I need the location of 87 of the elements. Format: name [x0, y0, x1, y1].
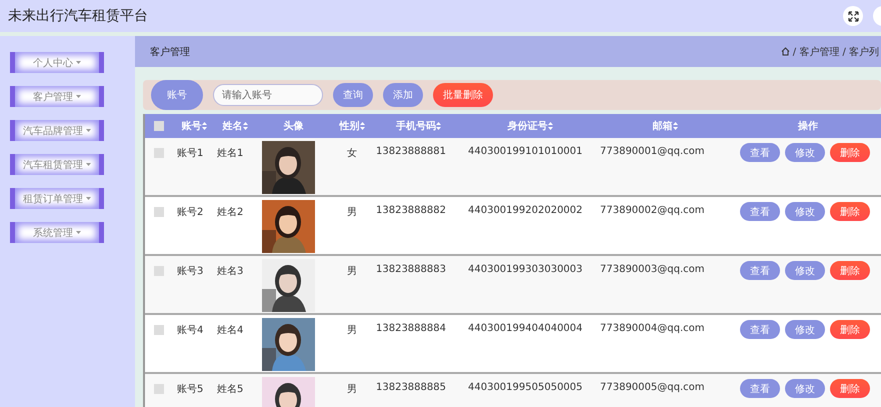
home-icon[interactable] — [780, 47, 790, 56]
table-cell-text: 773890001@qq.com — [599, 145, 706, 157]
caret-icon — [76, 61, 81, 64]
action-button[interactable]: 查看 — [740, 320, 780, 339]
table-cell-text: 440300199202020002 — [467, 204, 584, 216]
caret-icon — [76, 95, 81, 98]
column-header[interactable]: 账号 — [173, 119, 215, 133]
table-cell-text: 13823888884 — [375, 322, 447, 334]
sort-icon[interactable] — [242, 122, 248, 130]
table-cell-text: 13823888881 — [375, 145, 447, 157]
column-header: 操作 — [796, 120, 819, 133]
column-header[interactable]: 性别 — [332, 119, 372, 133]
sidebar-item[interactable]: 汽车品牌管理 — [10, 120, 104, 141]
action-button[interactable]: 查看 — [740, 202, 780, 221]
action-button[interactable]: 修改 — [785, 202, 825, 221]
sort-icon[interactable] — [202, 122, 206, 130]
search-label: 账号 — [151, 80, 203, 110]
caret-icon — [86, 129, 91, 132]
row-checkbox[interactable] — [154, 325, 164, 335]
column-header: 头像 — [282, 120, 304, 133]
table-cell-text: 男 — [346, 265, 358, 278]
action-button[interactable]: 修改 — [785, 320, 825, 339]
toolbar-button[interactable]: 添加 — [383, 83, 423, 107]
select-all-checkbox[interactable] — [154, 121, 164, 131]
table-cell-text: 440300199303030003 — [467, 263, 584, 275]
table-cell-text: 账号2 — [176, 206, 204, 219]
sort-icon[interactable] — [548, 122, 552, 130]
action-button[interactable]: 查看 — [740, 379, 780, 398]
table-cell-text: 姓名2 — [216, 206, 244, 219]
caret-icon — [86, 163, 91, 166]
column-header[interactable]: 身份证号 — [465, 119, 595, 133]
table-cell-text: 773890003@qq.com — [599, 263, 706, 275]
caret-icon — [76, 231, 81, 234]
sidebar-item[interactable]: 客户管理 — [10, 86, 104, 107]
table-cell-text: 773890002@qq.com — [599, 204, 706, 216]
caret-icon — [86, 197, 91, 200]
table-cell-text: 773890005@qq.com — [599, 381, 706, 393]
table-cell-text: 姓名1 — [216, 147, 244, 160]
table-cell-text: 13823888883 — [375, 263, 447, 275]
table-cell-text: 440300199404040004 — [467, 322, 584, 334]
delete-button[interactable]: 删除 — [830, 143, 870, 162]
row-checkbox[interactable] — [154, 207, 164, 217]
sort-icon[interactable] — [360, 122, 364, 130]
row-checkbox[interactable] — [154, 148, 164, 158]
sidebar-item[interactable]: 租赁订单管理 — [10, 188, 104, 209]
row-checkbox[interactable] — [154, 266, 164, 276]
delete-button[interactable]: 删除 — [830, 379, 870, 398]
sort-icon[interactable] — [672, 122, 678, 130]
sidebar-item[interactable]: 系统管理 — [10, 222, 104, 243]
table-cell-text: 13823888882 — [375, 204, 447, 216]
search-field[interactable]: 请输入账号 — [213, 84, 323, 106]
table-cell-text: 女 — [346, 147, 358, 160]
sidebar-item[interactable]: 汽车租赁管理 — [10, 154, 104, 175]
row-checkbox[interactable] — [154, 384, 164, 394]
delete-button[interactable]: 删除 — [830, 261, 870, 280]
table-cell-text: 姓名3 — [216, 265, 244, 278]
table-cell-text: 773890004@qq.com — [599, 322, 706, 334]
table-cell-text: 男 — [346, 206, 358, 219]
table-cell-text: 姓名5 — [216, 383, 244, 396]
action-button[interactable]: 修改 — [785, 261, 825, 280]
delete-button[interactable]: 删除 — [830, 320, 870, 339]
column-header[interactable]: 姓名 — [215, 119, 255, 133]
table-cell-text: 姓名4 — [216, 324, 244, 337]
column-header[interactable]: 手机号码 — [372, 119, 465, 133]
page-title: 客户管理 — [150, 46, 190, 58]
table-cell-text: 男 — [346, 383, 358, 396]
table-cell-text: 13823888885 — [375, 381, 447, 393]
column-header[interactable]: 邮箱 — [595, 119, 735, 133]
delete-button[interactable]: 删除 — [830, 202, 870, 221]
action-button[interactable]: 查看 — [740, 143, 780, 162]
table-cell-text: 账号5 — [176, 382, 204, 396]
action-button[interactable]: 修改 — [785, 379, 825, 398]
toolbar-button[interactable]: 查询 — [333, 83, 373, 107]
table-cell-text: 440300199505050005 — [467, 381, 584, 393]
table-cell-text: 440300199101010001 — [467, 145, 584, 157]
sidebar-item[interactable]: 个人中心 — [10, 52, 104, 73]
batch-delete-button[interactable]: 批量删除 — [433, 83, 493, 107]
table-cell-text: 账号3 — [176, 264, 204, 278]
window-title: 未来出行汽车租赁平台 — [8, 7, 148, 25]
sort-icon[interactable] — [436, 122, 441, 130]
table-cell-text: 男 — [346, 324, 358, 337]
fullscreen-icon[interactable] — [843, 6, 863, 26]
action-button[interactable]: 查看 — [740, 261, 780, 280]
table-cell-text: 账号4 — [176, 324, 204, 337]
breadcrumb[interactable]: / 客户管理 / 客户列 — [792, 44, 879, 58]
action-button[interactable]: 修改 — [785, 143, 825, 162]
table-cell-text: 账号1 — [176, 146, 204, 160]
